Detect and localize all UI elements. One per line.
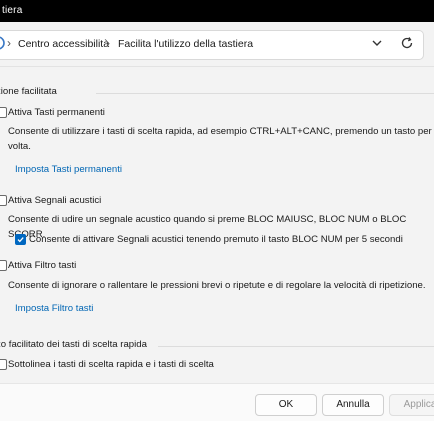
section-divider	[158, 346, 434, 347]
setup-sticky-keys-link[interactable]: Imposta Tasti permanenti	[15, 164, 122, 175]
toggle-keys-numlock-label[interactable]: Consente di attivare Segnali acustici te…	[29, 234, 403, 245]
sticky-keys-label[interactable]: Attiva Tasti permanenti	[8, 107, 105, 118]
breadcrumb-keyboard[interactable]: Facilita l'utilizzo della tastiera	[118, 38, 253, 50]
apply-button[interactable]: Applica	[389, 394, 434, 416]
setup-filter-keys-link[interactable]: Imposta Filtro tasti	[15, 303, 93, 314]
breadcrumb-accessibility-center[interactable]: Centro accessibilità	[18, 38, 109, 50]
ok-button[interactable]: OK	[255, 394, 317, 416]
toggle-keys-label[interactable]: Attiva Segnali acustici	[8, 195, 101, 206]
window-title: tiera	[2, 5, 23, 16]
sticky-keys-checkbox[interactable]	[0, 107, 7, 118]
toggle-keys-checkbox[interactable]	[0, 195, 7, 206]
checkmark-icon	[17, 237, 24, 243]
chevron-down-icon[interactable]	[371, 38, 383, 48]
filter-keys-checkbox[interactable]	[0, 260, 7, 271]
address-bar: › Centro accessibilità › Facilita l'util…	[0, 22, 434, 67]
sticky-keys-description: Consente di utilizzare i tasti di scelta…	[8, 126, 432, 137]
section-heading: zione facilitata	[0, 86, 57, 97]
section-heading: zo facilitato dei tasti di scelta rapida	[0, 339, 147, 350]
underline-shortcuts-label[interactable]: Sottolinea i tasti di scelta rapida e i …	[8, 359, 214, 370]
breadcrumb-separator: ›	[106, 36, 110, 50]
refresh-icon[interactable]	[400, 36, 414, 50]
title-bar: tiera	[0, 0, 434, 22]
underline-shortcuts-checkbox[interactable]	[0, 359, 7, 370]
cancel-button[interactable]: Annulla	[322, 394, 384, 416]
breadcrumb-separator: ›	[7, 36, 11, 50]
section-divider	[96, 93, 434, 94]
filter-keys-description: Consente di ignorare o rallentare le pre…	[8, 280, 426, 291]
button-bar: OK Annulla Applica	[0, 383, 434, 421]
content-area: zione facilitata Attiva Tasti permanenti…	[0, 67, 434, 383]
sticky-keys-description-cont: volta.	[8, 141, 31, 152]
filter-keys-label[interactable]: Attiva Filtro tasti	[8, 260, 76, 271]
control-panel-icon	[0, 36, 5, 50]
toggle-keys-numlock-checkbox[interactable]	[15, 234, 26, 245]
